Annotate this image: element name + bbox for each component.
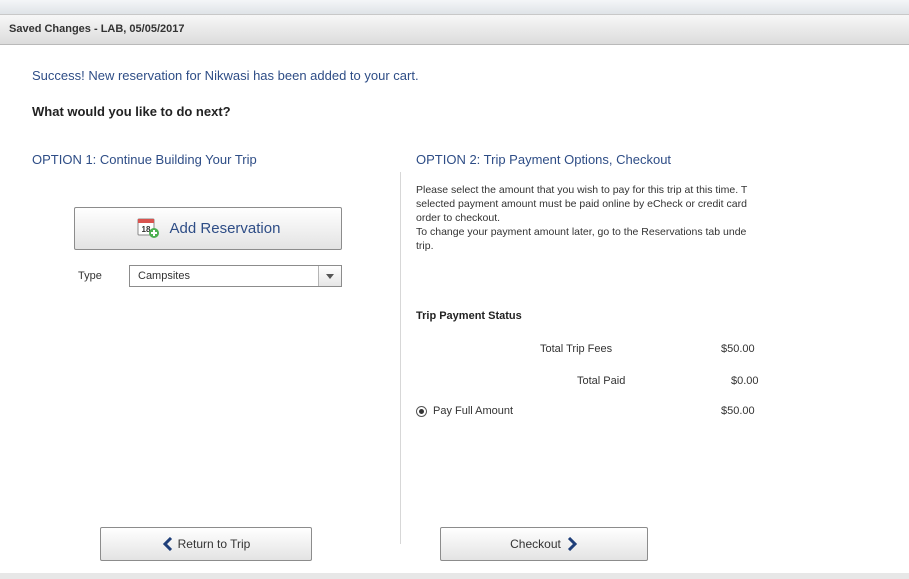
add-reservation-button[interactable]: 18 Add Reservation [74, 207, 342, 250]
type-label: Type [78, 270, 102, 282]
total-fees-value: $50.00 [721, 343, 755, 355]
options-divider [400, 172, 401, 544]
total-fees-label: Total Trip Fees [540, 343, 613, 355]
pay-full-value: $50.00 [721, 405, 755, 417]
chevron-right-icon [566, 537, 578, 551]
chevron-down-icon[interactable] [318, 266, 341, 286]
total-paid-label: Total Paid [577, 375, 626, 387]
calendar-add-icon: 18 [136, 215, 160, 243]
total-paid-value: $0.00 [731, 375, 759, 387]
type-select-value: Campsites [138, 270, 190, 282]
background-window-strip [0, 0, 909, 14]
checkout-button[interactable]: Checkout [440, 527, 648, 561]
payment-instructions-line-3: order to checkout. [416, 212, 501, 224]
payment-instructions-line-4: To change your payment amount later, go … [416, 226, 747, 238]
dialog-bottom-edge [0, 573, 909, 579]
dialog-titlebar: Saved Changes - LAB, 05/05/2017 [0, 14, 909, 45]
payment-status-title: Trip Payment Status [416, 310, 522, 322]
checkout-label: Checkout [510, 537, 561, 551]
type-select[interactable]: Campsites [129, 265, 342, 287]
pay-full-label[interactable]: Pay Full Amount [433, 405, 513, 417]
add-reservation-label: Add Reservation [169, 220, 281, 237]
return-to-trip-button[interactable]: Return to Trip [100, 527, 312, 561]
payment-instructions-line-1: Please select the amount that you wish t… [416, 184, 748, 196]
payment-instructions-line-2: selected payment amount must be paid onl… [416, 198, 747, 210]
option1-heading: OPTION 1: Continue Building Your Trip [32, 152, 257, 167]
chevron-left-icon [162, 537, 174, 551]
next-step-prompt: What would you like to do next? [32, 104, 231, 119]
payment-instructions-line-5: trip. [416, 240, 434, 252]
dialog-title: Saved Changes - LAB, 05/05/2017 [9, 23, 185, 35]
return-to-trip-label: Return to Trip [177, 537, 251, 551]
option2-heading: OPTION 2: Trip Payment Options, Checkout [416, 152, 672, 167]
pay-full-radio[interactable] [416, 406, 427, 417]
success-message: Success! New reservation for Nikwasi has… [32, 68, 419, 83]
